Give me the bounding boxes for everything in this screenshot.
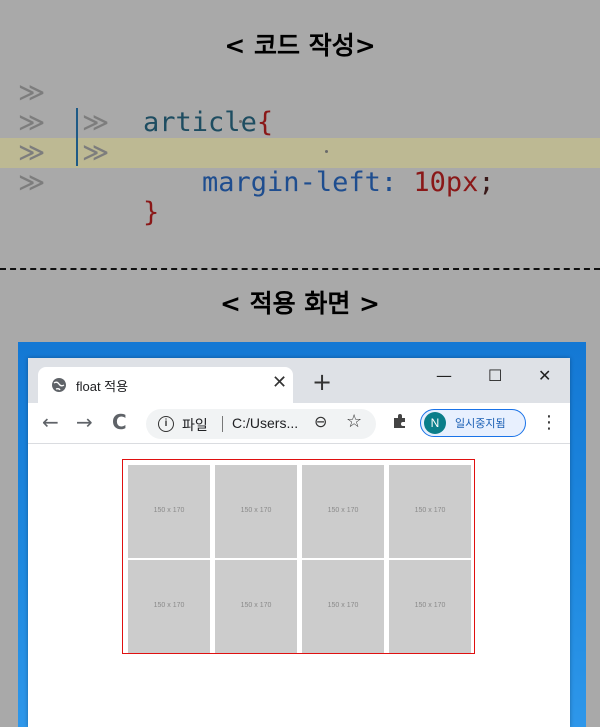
code-line-2: ≫ ≫ float: left; (0, 108, 600, 168)
result-heading: < 적용 화면 > (219, 289, 380, 318)
placeholder-image: 150 x 170 (215, 465, 297, 558)
placeholder-label: 150 x 170 (327, 507, 359, 514)
placeholder-label: 150 x 170 (240, 602, 272, 609)
placeholder-label: 150 x 170 (327, 602, 359, 609)
indent-marker-icon: ≫ (18, 168, 46, 198)
browser-toolbar: ← → C i 파일 C:/Users... ⊖ ☆ N 일시중지됨 ⋮ (28, 403, 570, 444)
file-scheme-label: 파일 (182, 418, 208, 434)
profile-status-label: 일시중지됨 (455, 417, 506, 430)
indent-marker-icon: ≫ (18, 138, 46, 168)
globe-icon (52, 378, 66, 392)
minimize-button[interactable]: — (436, 366, 452, 386)
placeholder-label: 150 x 170 (414, 602, 446, 609)
browser-window: float 적용 ✕ + — ☐ ✕ ← → C i 파일 C:/Users..… (28, 358, 570, 727)
placeholder-image: 150 x 170 (128, 560, 210, 653)
placeholder-label: 150 x 170 (153, 507, 185, 514)
placeholder-label: 150 x 170 (153, 602, 185, 609)
address-bar[interactable]: i 파일 C:/Users... ⊖ ☆ (146, 409, 376, 439)
tab-close-icon[interactable]: ✕ (272, 374, 287, 392)
close-brace: } (143, 197, 160, 228)
indent-marker-icon: ≫ (18, 78, 46, 108)
close-window-button[interactable]: ✕ (538, 366, 551, 386)
placeholder-image: 150 x 170 (389, 560, 471, 653)
indent-marker-icon: ≫ (82, 108, 110, 138)
whitespace-dot (239, 120, 242, 123)
tab-title: float 적용 (76, 379, 129, 394)
indent-marker-icon: ≫ (82, 138, 110, 168)
placeholder-label: 150 x 170 (414, 507, 446, 514)
placeholder-image: 150 x 170 (302, 465, 384, 558)
back-button[interactable]: ← (42, 412, 59, 432)
indent-marker-icon: ≫ (18, 108, 46, 138)
page-viewport: 150 x 170 150 x 170 150 x 170 150 x 170 150 … (28, 444, 570, 727)
indent-guide (76, 108, 78, 166)
whitespace-dot (325, 150, 328, 153)
browser-titlebar: float 적용 ✕ + — ☐ ✕ (28, 358, 570, 403)
code-line-3: ≫ ≫ margin-left: 10px; (0, 138, 600, 198)
code-heading: < 코드 작성> (224, 31, 376, 60)
placeholder-image: 150 x 170 (215, 560, 297, 653)
separator (222, 416, 223, 432)
placeholder-image: 150 x 170 (389, 465, 471, 558)
maximize-button[interactable]: ☐ (488, 366, 502, 386)
new-tab-button[interactable]: + (312, 370, 332, 394)
code-line-1: ≫ article{ (0, 78, 600, 138)
avatar: N (424, 412, 446, 434)
section-divider (0, 268, 600, 270)
code-line-4: ≫ } (0, 168, 600, 228)
puzzle-icon[interactable] (392, 413, 408, 429)
bookmark-star-icon[interactable]: ☆ (346, 411, 362, 432)
placeholder-image: 150 x 170 (128, 465, 210, 558)
section-container: 150 x 170 150 x 170 150 x 170 150 x 170 150 … (122, 459, 475, 654)
menu-kebab-icon[interactable]: ⋮ (540, 412, 558, 433)
placeholder-image: 150 x 170 (302, 560, 384, 653)
profile-button[interactable]: N 일시중지됨 (420, 409, 526, 437)
browser-tab[interactable]: float 적용 ✕ (38, 367, 293, 403)
url-text[interactable]: C:/Users... (232, 415, 298, 431)
placeholder-label: 150 x 170 (240, 507, 272, 514)
reload-button[interactable]: C (112, 412, 127, 432)
zoom-icon[interactable]: ⊖ (314, 412, 327, 431)
forward-button[interactable]: → (76, 412, 93, 432)
info-icon[interactable]: i (158, 416, 174, 432)
desktop-background: float 적용 ✕ + — ☐ ✕ ← → C i 파일 C:/Users..… (18, 342, 586, 727)
